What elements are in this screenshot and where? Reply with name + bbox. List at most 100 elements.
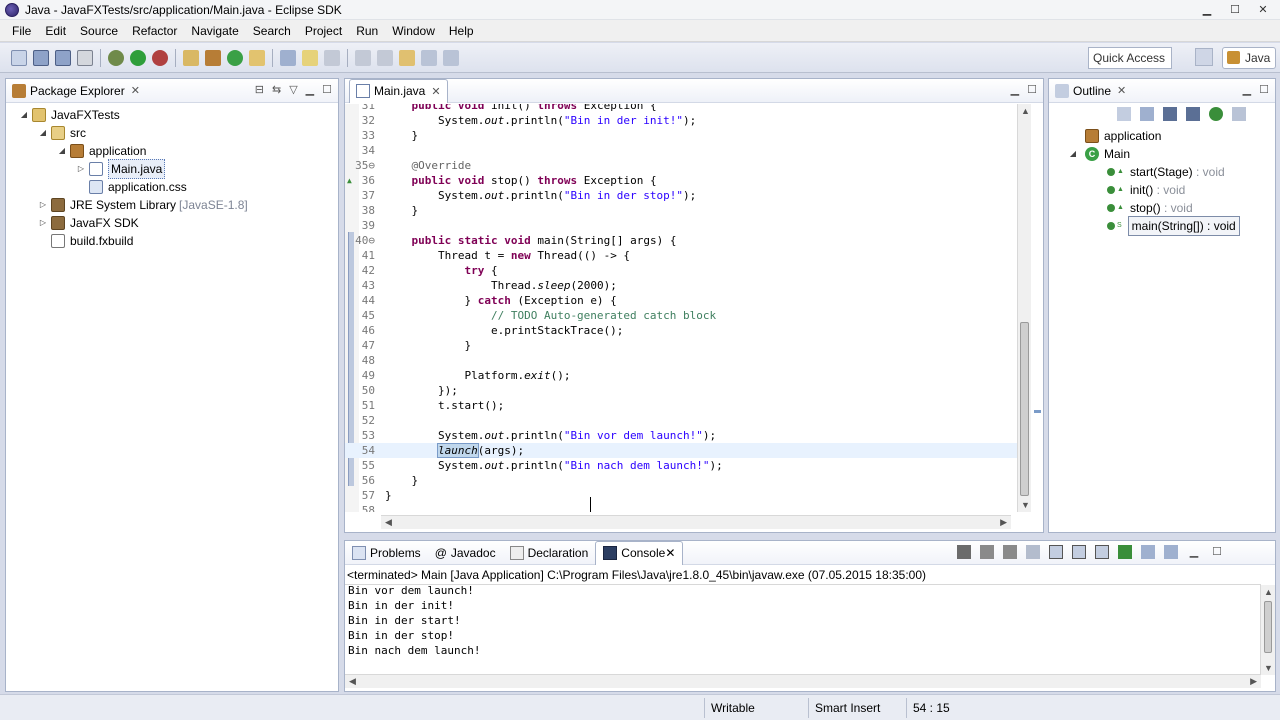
menu-help[interactable]: Help	[442, 20, 481, 42]
menu-edit[interactable]: Edit	[38, 20, 73, 42]
code-line[interactable]: 39	[345, 218, 1017, 233]
forward-icon[interactable]	[443, 49, 459, 66]
scroll-up-icon[interactable]: ▲	[1264, 587, 1273, 597]
sort-icon[interactable]	[1140, 107, 1154, 121]
terminate-icon[interactable]	[957, 545, 971, 559]
previous-annotation-icon[interactable]	[377, 49, 393, 66]
menu-navigate[interactable]: Navigate	[184, 20, 245, 42]
code-line[interactable]: 53 System.out.println("Bin vor dem launc…	[345, 428, 1017, 443]
tree-item[interactable]: ▷ JavaFX SDK	[37, 214, 139, 232]
overview-ruler[interactable]	[1031, 104, 1043, 512]
tab-problems[interactable]: Problems	[345, 541, 428, 565]
minimize-icon[interactable]: ▁	[1243, 83, 1251, 96]
new-icon[interactable]	[11, 49, 27, 66]
outline-item[interactable]: ◢ C Main	[1067, 145, 1130, 163]
collapse-all-icon[interactable]: ⊟	[255, 83, 264, 96]
menu-search[interactable]: Search	[246, 20, 298, 42]
code-line[interactable]: 55 System.out.println("Bin nach dem laun…	[345, 458, 1017, 473]
code-line[interactable]: 38 }	[345, 203, 1017, 218]
collapse-all-icon[interactable]	[1117, 107, 1131, 121]
save-all-icon[interactable]	[55, 49, 71, 66]
scroll-left-icon[interactable]: ◀	[385, 517, 392, 528]
code-line[interactable]: 46 e.printStackTrace();	[345, 323, 1017, 338]
back-icon[interactable]	[421, 49, 437, 66]
new-java-project-icon[interactable]	[183, 49, 199, 66]
menu-source[interactable]: Source	[73, 20, 125, 42]
tree-item[interactable]: ◢ application	[56, 142, 146, 160]
collapsed-arrow-icon[interactable]: ▷	[37, 196, 49, 214]
code-line[interactable]: 33 }	[345, 128, 1017, 143]
tab-main-java[interactable]: Main.java ✕	[349, 78, 448, 103]
outline-item[interactable]: ▲ init() : void	[1107, 181, 1185, 199]
hide-static-icon[interactable]	[1186, 107, 1200, 121]
minimize-icon[interactable]: ▁	[1194, 1, 1220, 18]
scroll-down-icon[interactable]: ▼	[1021, 500, 1030, 510]
view-menu-icon[interactable]	[1232, 107, 1246, 121]
debug-icon[interactable]	[108, 49, 124, 66]
save-icon[interactable]	[33, 49, 49, 66]
editor-horizontal-scrollbar[interactable]: ◀ ▶	[381, 515, 1011, 529]
tree-item[interactable]: ◢ src	[37, 124, 86, 142]
clear-console-icon[interactable]	[1026, 545, 1040, 559]
open-perspective-icon[interactable]	[1195, 48, 1213, 66]
code-line[interactable]: 41 Thread t = new Thread(() -> {	[345, 248, 1017, 263]
code-line[interactable]: 51 t.start();	[345, 398, 1017, 413]
print-icon[interactable]	[77, 49, 93, 66]
menu-file[interactable]: File	[0, 20, 38, 42]
open-type-icon[interactable]	[249, 49, 265, 66]
code-line[interactable]: 48	[345, 353, 1017, 368]
expanded-arrow-icon[interactable]: ◢	[56, 142, 68, 160]
outline-item[interactable]: application	[1085, 127, 1161, 145]
code-line[interactable]: 52	[345, 413, 1017, 428]
expanded-arrow-icon[interactable]: ◢	[1067, 145, 1079, 163]
tab-console[interactable]: Console ✕	[595, 540, 684, 565]
tree-item[interactable]: ▷ JRE System Library [JavaSE-1.8]	[37, 196, 248, 214]
tree-item[interactable]: ◢ JavaFXTests	[18, 106, 120, 124]
word-wrap-icon[interactable]	[1072, 545, 1086, 559]
minimize-icon[interactable]: ▁	[1011, 83, 1019, 96]
collapsed-arrow-icon[interactable]: ▷	[37, 214, 49, 232]
tree-item[interactable]: build.fxbuild	[37, 232, 133, 250]
pin-console-icon[interactable]	[1118, 545, 1132, 559]
minimize-icon[interactable]: ▁	[1187, 545, 1201, 559]
tree-item[interactable]: application.css	[75, 178, 187, 196]
console-horizontal-scrollbar[interactable]: ◀ ▶	[345, 674, 1261, 688]
expanded-arrow-icon[interactable]: ◢	[37, 124, 49, 142]
maximize-icon[interactable]: ☐	[1259, 83, 1269, 96]
maximize-icon[interactable]: ☐	[1222, 1, 1248, 18]
new-package-icon[interactable]	[205, 49, 221, 66]
tab-javadoc[interactable]: @ Javadoc	[428, 541, 503, 565]
close-icon[interactable]: ✕	[665, 546, 675, 560]
new-class-icon[interactable]	[227, 49, 243, 66]
open-console-icon[interactable]	[1164, 545, 1178, 559]
hide-fields-icon[interactable]	[1163, 107, 1177, 121]
close-icon[interactable]: ✕	[431, 85, 440, 98]
toggle-mark-occurrences-icon[interactable]	[302, 49, 318, 66]
editor-vertical-scrollbar[interactable]: ▲ ▼	[1017, 104, 1031, 512]
tab-declaration[interactable]: Declaration	[503, 541, 596, 565]
maximize-icon[interactable]: ☐	[322, 83, 332, 96]
code-line[interactable]: 45 // TODO Auto-generated catch block	[345, 308, 1017, 323]
hide-nonpublic-icon[interactable]	[1209, 107, 1223, 121]
search-icon[interactable]	[280, 49, 296, 66]
current-code-line[interactable]: 54 launch(args);	[345, 443, 1017, 458]
outline-item[interactable]: ▲ start(Stage) : void	[1107, 163, 1225, 181]
close-icon[interactable]: ✕	[1117, 84, 1126, 97]
scroll-thumb[interactable]	[1264, 601, 1272, 653]
scroll-down-icon[interactable]: ▼	[1264, 663, 1273, 673]
link-with-editor-icon[interactable]: ⇆	[272, 83, 281, 96]
console-output[interactable]: Bin vor dem launch! Bin in der init! Bin i…	[345, 584, 1261, 672]
menu-window[interactable]: Window	[385, 20, 442, 42]
expanded-arrow-icon[interactable]: ◢	[18, 106, 30, 124]
minimize-icon[interactable]: ▁	[306, 83, 314, 96]
console-vertical-scrollbar[interactable]: ▲ ▼	[1260, 585, 1275, 675]
remove-launch-icon[interactable]	[980, 545, 994, 559]
maximize-icon[interactable]: ☐	[1210, 545, 1224, 559]
code-line[interactable]: 49 Platform.exit();	[345, 368, 1017, 383]
code-line[interactable]: 58	[345, 503, 1017, 512]
run-external-icon[interactable]	[152, 49, 168, 66]
code-line[interactable]: 44 } catch (Exception e) {	[345, 293, 1017, 308]
scroll-thumb[interactable]	[1020, 322, 1029, 496]
last-edit-icon[interactable]	[399, 49, 415, 66]
display-console-icon[interactable]	[1141, 545, 1155, 559]
